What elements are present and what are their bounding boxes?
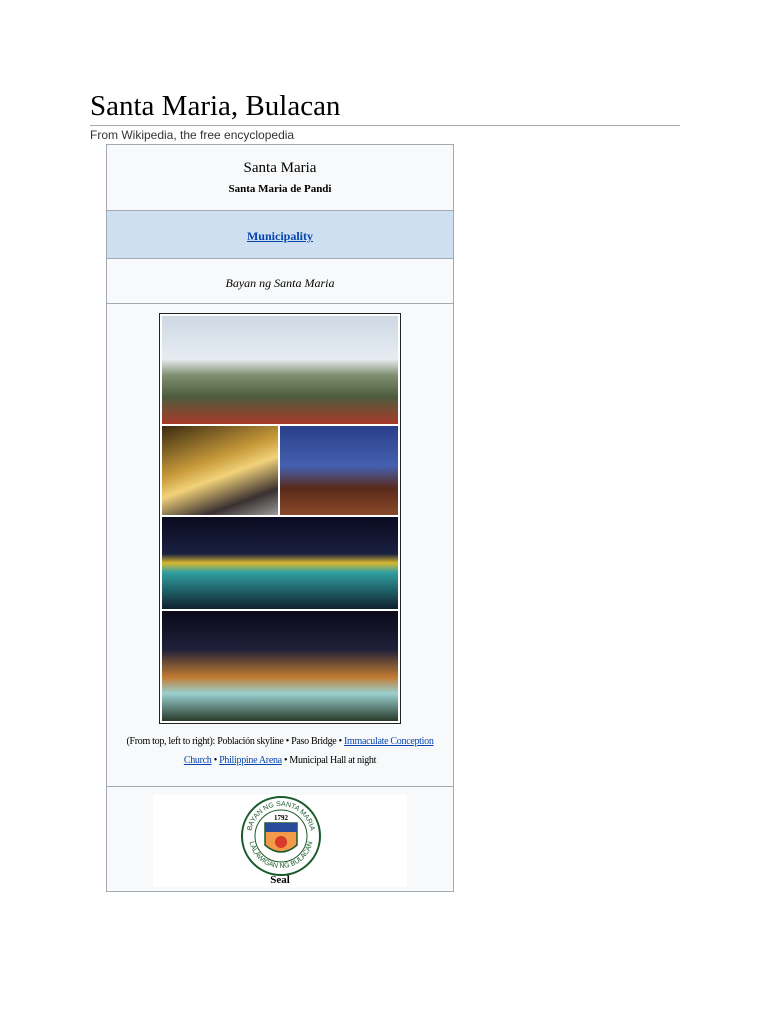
montage-caption: (From top, left to right): Población sky… (126, 736, 434, 766)
title-divider (90, 125, 680, 126)
infobox-header: Santa Maria Santa Maria de Pandi (107, 145, 453, 211)
seal-section: BAYAN NG SANTA MARIA LALAWIGAN NG BULACA… (153, 795, 407, 887)
municipality-link[interactable]: Municipality (247, 229, 313, 243)
seal-label: Seal (270, 874, 290, 886)
seal-emblem: BAYAN NG SANTA MARIA LALAWIGAN NG BULACA… (241, 796, 321, 876)
page-subtitle: From Wikipedia, the free encyclopedia (90, 128, 295, 142)
church-photo[interactable] (280, 426, 398, 515)
montage-section: (From top, left to right): Población sky… (107, 304, 453, 787)
infobox: Santa Maria Santa Maria de Pandi Municip… (106, 144, 454, 892)
photo-montage (159, 313, 401, 724)
philippine-arena-link[interactable]: Philippine Arena (219, 755, 282, 766)
municipal-hall-photo[interactable] (162, 611, 398, 721)
infobox-name: Santa Maria (243, 160, 317, 176)
svg-text:1792: 1792 (274, 814, 289, 822)
page-title: Santa Maria, Bulacan (90, 90, 341, 122)
infobox-official-name: Bayan ng Santa Maria (107, 259, 453, 304)
paso-bridge-photo[interactable] (162, 426, 278, 515)
infobox-type-band: Municipality (107, 211, 453, 259)
poblacion-skyline-photo[interactable] (162, 316, 398, 424)
philippine-arena-photo[interactable] (162, 517, 398, 609)
infobox-native-name: Santa Maria de Pandi (228, 183, 332, 195)
